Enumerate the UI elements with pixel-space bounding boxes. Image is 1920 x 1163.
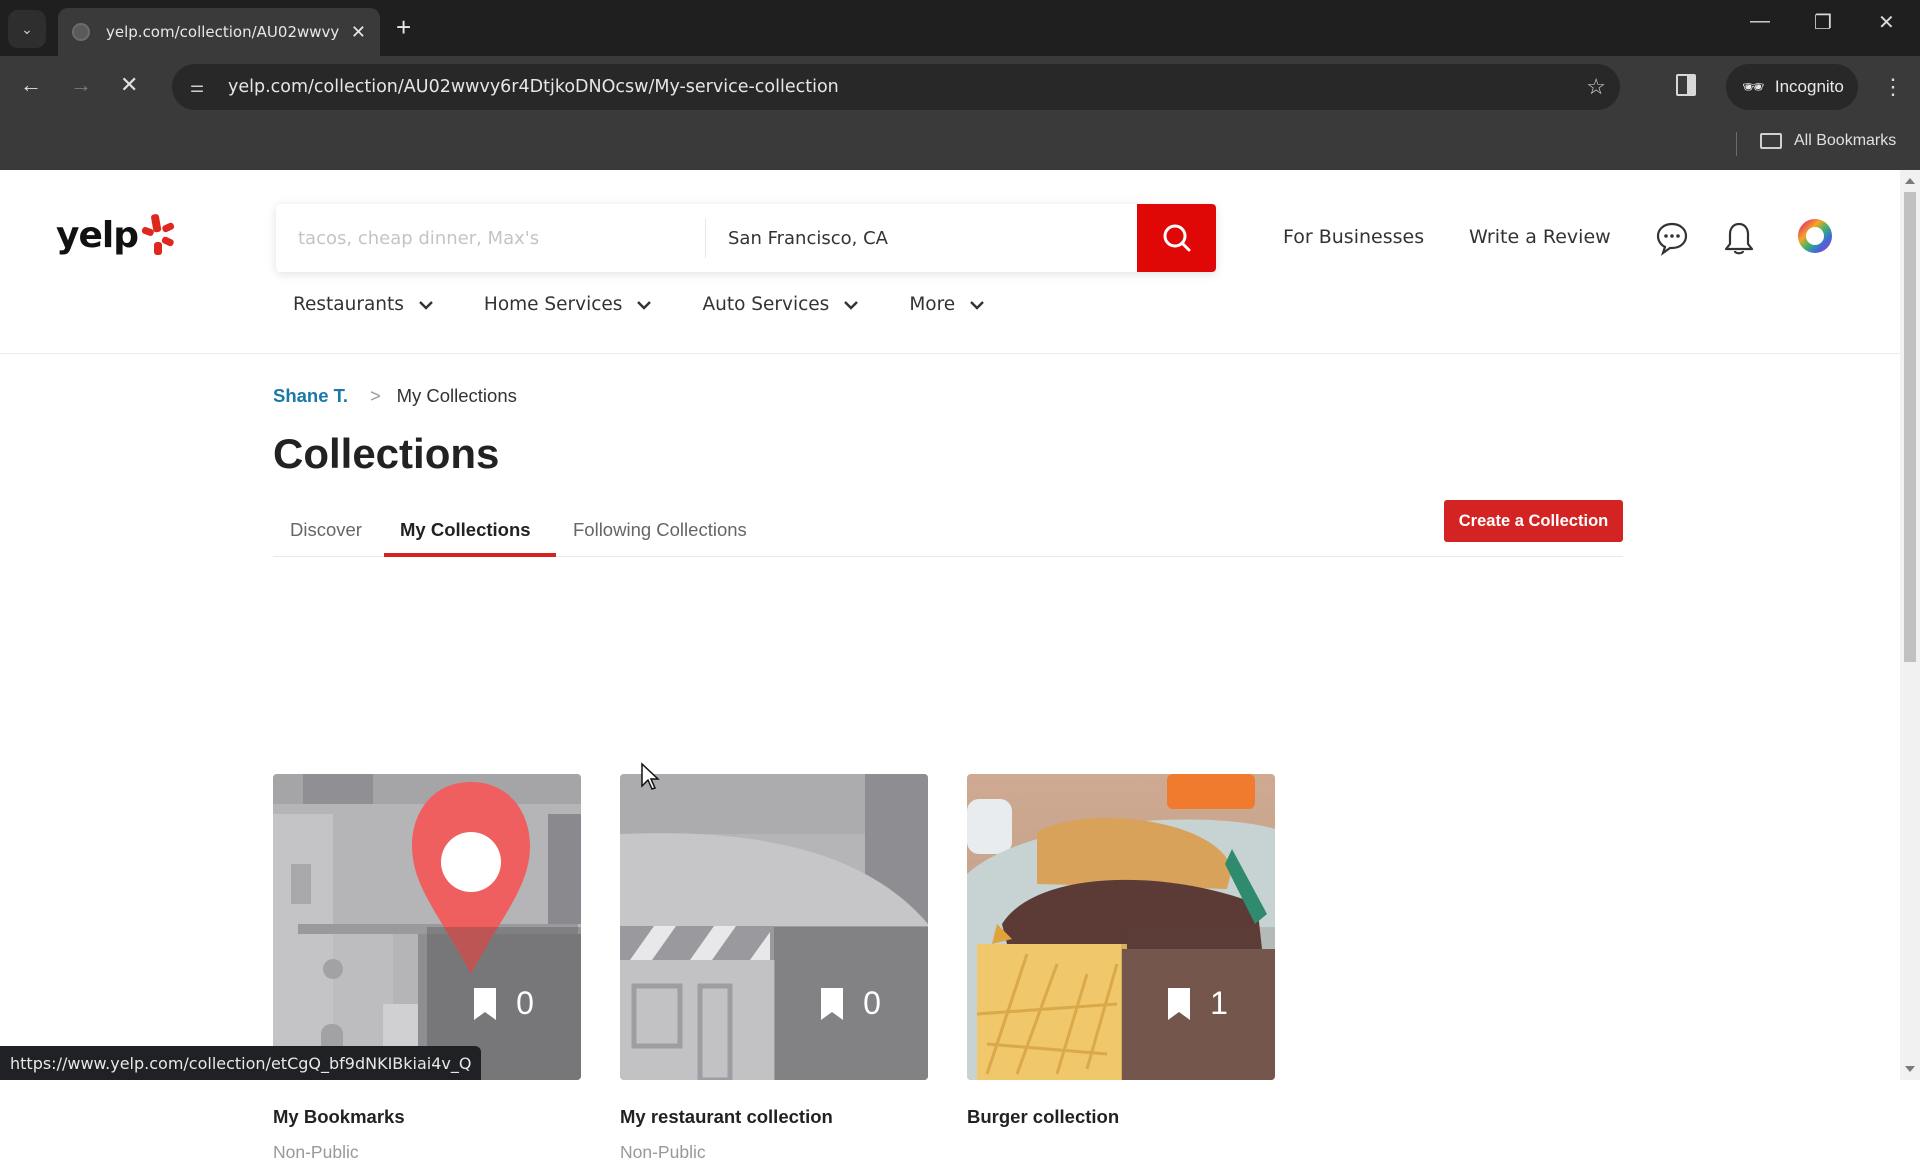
back-icon[interactable]: ← [20,72,42,98]
browser-tab[interactable]: yelp.com/collection/AU02wwvy ✕ [58,8,380,56]
collection-visibility: Non-Public [273,1142,359,1162]
bookmark-count: 0 [516,985,534,1021]
bookmark-icon [1168,987,1191,1020]
yelp-logo[interactable]: yelp [56,214,176,256]
bookmark-icon [474,987,497,1020]
bookmark-count: 1 [1210,985,1228,1021]
collection-name[interactable]: My Bookmarks [273,1106,581,1128]
bookmark-icon [821,987,844,1020]
category-label: More [909,294,956,315]
browser-toolbar: ← → ✕ ⚌ yelp.com/collection/AU02wwvy6r4D… [0,56,1920,120]
bookmark-count: 0 [863,985,881,1021]
create-collection-button[interactable]: Create a Collection [1444,500,1623,542]
loading-favicon-icon [72,23,90,41]
minimize-icon[interactable]: — [1750,10,1770,33]
collection-thumbnail[interactable]: 1 [967,774,1275,1080]
incognito-label: Incognito [1774,77,1844,96]
tab-title: yelp.com/collection/AU02wwvy [106,23,340,41]
bookmarks-divider [1736,132,1737,156]
collection-thumbnail[interactable]: 0 [273,774,581,1080]
bookmark-count-overlay: 0 [774,927,928,1080]
collection-tabs: Discover My Collections Following Collec… [273,505,1623,557]
search-button[interactable] [1137,204,1216,272]
search-bar [276,204,1216,272]
stop-loading-icon[interactable]: ✕ [120,72,138,98]
category-more[interactable]: More [909,294,985,315]
yelp-wordmark: yelp [56,214,139,256]
address-bar[interactable]: ⚌ yelp.com/collection/AU02wwvy6r4DtjkoDN… [172,64,1620,110]
tab-strip: ⌄ yelp.com/collection/AU02wwvy ✕ + — ❐ ✕ [0,0,1920,56]
close-window-icon[interactable]: ✕ [1878,10,1895,35]
category-home-services[interactable]: Home Services [484,294,653,315]
search-icon [1163,224,1190,252]
active-tab-indicator [384,553,556,557]
breadcrumb-user-link[interactable]: Shane T. [273,385,348,407]
scrollbar-thumb[interactable] [1904,192,1916,662]
category-auto-services[interactable]: Auto Services [702,294,859,315]
for-businesses-link[interactable]: For Businesses [1283,226,1424,248]
category-nav: Restaurants Home Services Auto Services … [293,294,1035,315]
category-restaurants[interactable]: Restaurants [293,294,434,315]
category-label: Auto Services [702,294,830,315]
write-review-link[interactable]: Write a Review [1469,226,1611,248]
breadcrumb-current: My Collections [396,385,517,406]
collection-card[interactable]: 0 My Bookmarks Non-Public [273,774,581,1163]
browser-menu-icon[interactable]: ⋮ [1882,70,1904,104]
collection-card[interactable]: 0 My restaurant collection Non-Public [620,774,928,1163]
collection-thumbnail[interactable]: 0 [620,774,928,1080]
chevron-down-icon: ⌄ [21,20,33,37]
category-label: Home Services [483,294,623,315]
collection-name[interactable]: Burger collection [967,1106,1275,1128]
side-panel-icon[interactable] [1676,74,1696,96]
collection-card[interactable]: 1 Burger collection [967,774,1275,1128]
yelp-burst-icon [141,214,175,255]
chevron-down-icon [419,300,433,310]
messages-icon[interactable] [1655,220,1689,256]
tab-following-collections[interactable]: Following Collections [573,519,747,541]
mouse-cursor-icon [641,762,660,790]
find-field[interactable] [276,218,706,258]
collection-name[interactable]: My restaurant collection [620,1106,928,1128]
link-preview-status: https://www.yelp.com/collection/etCgQ_bf… [0,1046,482,1080]
close-tab-icon[interactable]: ✕ [351,22,366,43]
incognito-badge[interactable]: 🕶 Incognito [1726,64,1858,110]
category-label: Restaurants [293,294,404,315]
bookmark-star-icon[interactable]: ☆ [1586,74,1606,100]
chevron-down-icon [844,300,859,310]
yelp-page: yelp tacos, cheap dinner, Max's San Fran… [0,170,1900,1162]
search-input[interactable] [298,227,705,249]
new-tab-button[interactable]: + [396,12,411,42]
all-bookmarks-button[interactable]: All Bookmarks [1760,132,1896,150]
page-title: Collections [273,430,500,477]
folder-icon [1760,133,1782,149]
incognito-icon: 🕶 [1742,76,1765,97]
forward-icon[interactable]: → [70,72,92,98]
tab-my-collections[interactable]: My Collections [400,519,531,541]
site-info-icon[interactable]: ⚌ [182,77,212,97]
chevron-down-icon [637,300,652,310]
notifications-bell-icon[interactable] [1722,220,1756,258]
all-bookmarks-label: All Bookmarks [1794,132,1897,149]
chevron-down-icon [970,300,985,310]
scroll-up-icon[interactable] [1905,178,1915,184]
tab-discover[interactable]: Discover [290,519,362,541]
collections-content: Shane T. > My Collections Collections Di… [273,384,1623,1162]
page-scrollbar[interactable] [1900,170,1920,1080]
scroll-down-icon[interactable] [1905,1066,1915,1072]
breadcrumb: Shane T. > My Collections [273,384,1623,408]
collection-visibility: Non-Public [620,1142,706,1162]
site-header: yelp tacos, cheap dinner, Max's San Fran… [0,170,1900,354]
tab-search-button[interactable]: ⌄ [8,10,46,48]
user-avatar[interactable] [1795,214,1835,258]
chevron-right-icon: > [370,385,381,406]
browser-chrome: ⌄ yelp.com/collection/AU02wwvy ✕ + — ❐ ✕… [0,0,1920,170]
bookmarks-bar: All Bookmarks [0,120,1920,170]
url-text[interactable]: yelp.com/collection/AU02wwvy6r4DtjkoDNOc… [228,77,839,97]
restore-icon[interactable]: ❐ [1814,10,1832,35]
bookmark-count-overlay: 1 [1121,927,1275,1080]
